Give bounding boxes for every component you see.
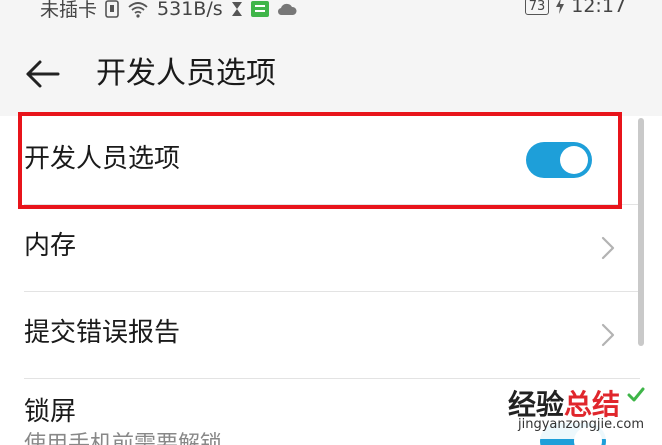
carrier-text: 未插卡	[40, 0, 98, 21]
charging-icon	[555, 0, 565, 14]
clock-text: 12:17	[571, 0, 626, 17]
cloud-icon	[277, 2, 297, 16]
wifi-icon	[127, 0, 149, 18]
memory-row[interactable]: 内存	[0, 205, 640, 291]
lock-screen-label: 锁屏	[24, 397, 77, 427]
watermark: 经验总结 jingyanzongjie.com	[500, 381, 650, 439]
bug-report-label: 提交错误报告	[24, 318, 181, 348]
page-title: 开发人员选项	[96, 56, 276, 91]
sim-icon	[105, 0, 119, 18]
hourglass-icon	[231, 1, 243, 17]
scrollbar[interactable]	[638, 118, 644, 346]
developer-options-toggle[interactable]	[526, 142, 592, 178]
lock-screen-subtitle: 使用手机前需要解锁	[24, 432, 223, 445]
status-bar: 未插卡 531B/s 73 12:17	[0, 0, 662, 24]
back-arrow-icon[interactable]	[22, 54, 62, 94]
battery-icon: 73	[524, 0, 550, 15]
memory-label: 内存	[24, 231, 77, 261]
developer-options-label: 开发人员选项	[24, 144, 181, 174]
chevron-right-icon	[601, 323, 615, 347]
checkmark-icon	[627, 387, 645, 402]
app-notification-icon	[250, 0, 269, 17]
toolbar: 开发人员选项	[0, 24, 662, 116]
status-right: 73 12:17	[524, 0, 626, 17]
status-left: 未插卡 531B/s	[40, 0, 297, 22]
watermark-url: jingyanzongjie.com	[517, 417, 644, 432]
chevron-right-icon	[601, 236, 615, 260]
net-speed-text: 531B/s	[157, 0, 223, 20]
settings-screen: 未插卡 531B/s 73 12:17 开发人员选项 开发人员选项 内存 提交错…	[0, 0, 662, 445]
toggle-knob	[560, 146, 588, 174]
bug-report-row[interactable]: 提交错误报告	[0, 292, 640, 378]
developer-options-row[interactable]: 开发人员选项	[0, 116, 640, 204]
